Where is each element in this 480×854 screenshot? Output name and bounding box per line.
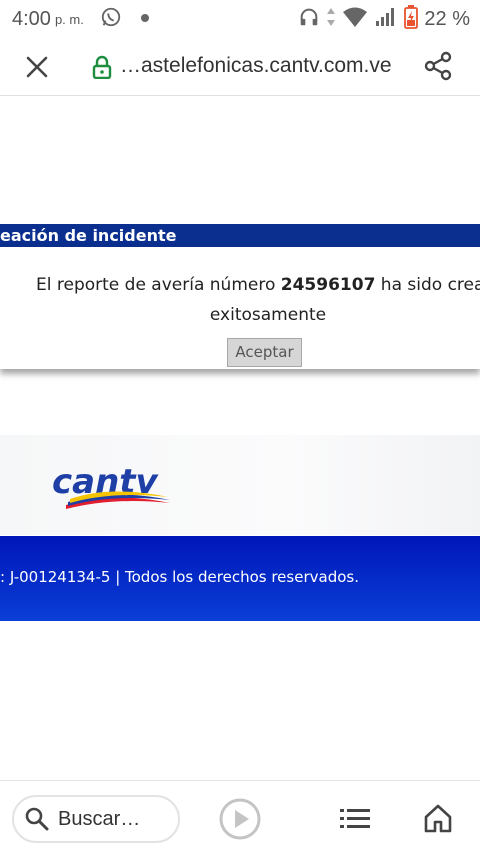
battery-percent: 22 % xyxy=(424,7,470,30)
browser-toolbar: …astelefonicas.cantv.com.ve xyxy=(0,38,480,96)
data-arrows-icon xyxy=(326,6,336,33)
wifi-icon xyxy=(342,6,368,33)
incident-header: eación de incidente xyxy=(0,224,480,247)
incident-message: El reporte de avería número 24596107 ha … xyxy=(36,275,480,295)
status-time: 4:00 xyxy=(12,7,51,30)
footer-copyright: : J-00124134-5 | Todos los derechos rese… xyxy=(0,568,359,586)
status-ampm: p. m. xyxy=(54,11,84,27)
message-prefix: El reporte de avería número xyxy=(36,275,281,295)
list-icon xyxy=(340,809,370,828)
incident-message-line2: exitosamente xyxy=(209,305,327,325)
signal-icon xyxy=(374,6,398,33)
accept-button[interactable]: Aceptar xyxy=(227,338,302,367)
search-icon xyxy=(25,807,49,831)
search-box[interactable]: Buscar… xyxy=(12,795,180,843)
battery-icon xyxy=(404,4,419,34)
message-suffix: ha sido crea xyxy=(375,275,480,295)
close-icon xyxy=(26,56,48,78)
dot-icon xyxy=(140,10,150,28)
home-button[interactable] xyxy=(423,803,453,833)
home-icon xyxy=(424,804,452,833)
ticket-number: 24596107 xyxy=(280,275,376,295)
bottom-nav: Buscar… xyxy=(0,780,480,854)
play-icon xyxy=(219,798,261,840)
share-button[interactable] xyxy=(422,50,454,82)
cantv-logo[interactable]: cantv xyxy=(50,457,174,515)
list-button[interactable] xyxy=(340,806,370,832)
search-label: Buscar… xyxy=(58,807,141,830)
lock-icon[interactable] xyxy=(91,55,113,80)
share-icon xyxy=(424,51,452,81)
headphones-icon xyxy=(298,6,320,33)
status-notification-icons xyxy=(100,6,150,33)
logo-band: cantv xyxy=(0,435,480,535)
whatsapp-icon xyxy=(100,6,122,33)
status-bar: 4:00 p. m. 22 % xyxy=(0,0,480,38)
url-bar[interactable]: …astelefonicas.cantv.com.ve xyxy=(120,54,392,78)
play-button[interactable] xyxy=(218,797,262,841)
incident-dialog: El reporte de avería número 24596107 ha … xyxy=(0,247,480,369)
status-system-icons: 22 % xyxy=(298,0,470,38)
footer: : J-00124134-5 | Todos los derechos rese… xyxy=(0,536,480,621)
close-tab-button[interactable] xyxy=(22,52,52,82)
